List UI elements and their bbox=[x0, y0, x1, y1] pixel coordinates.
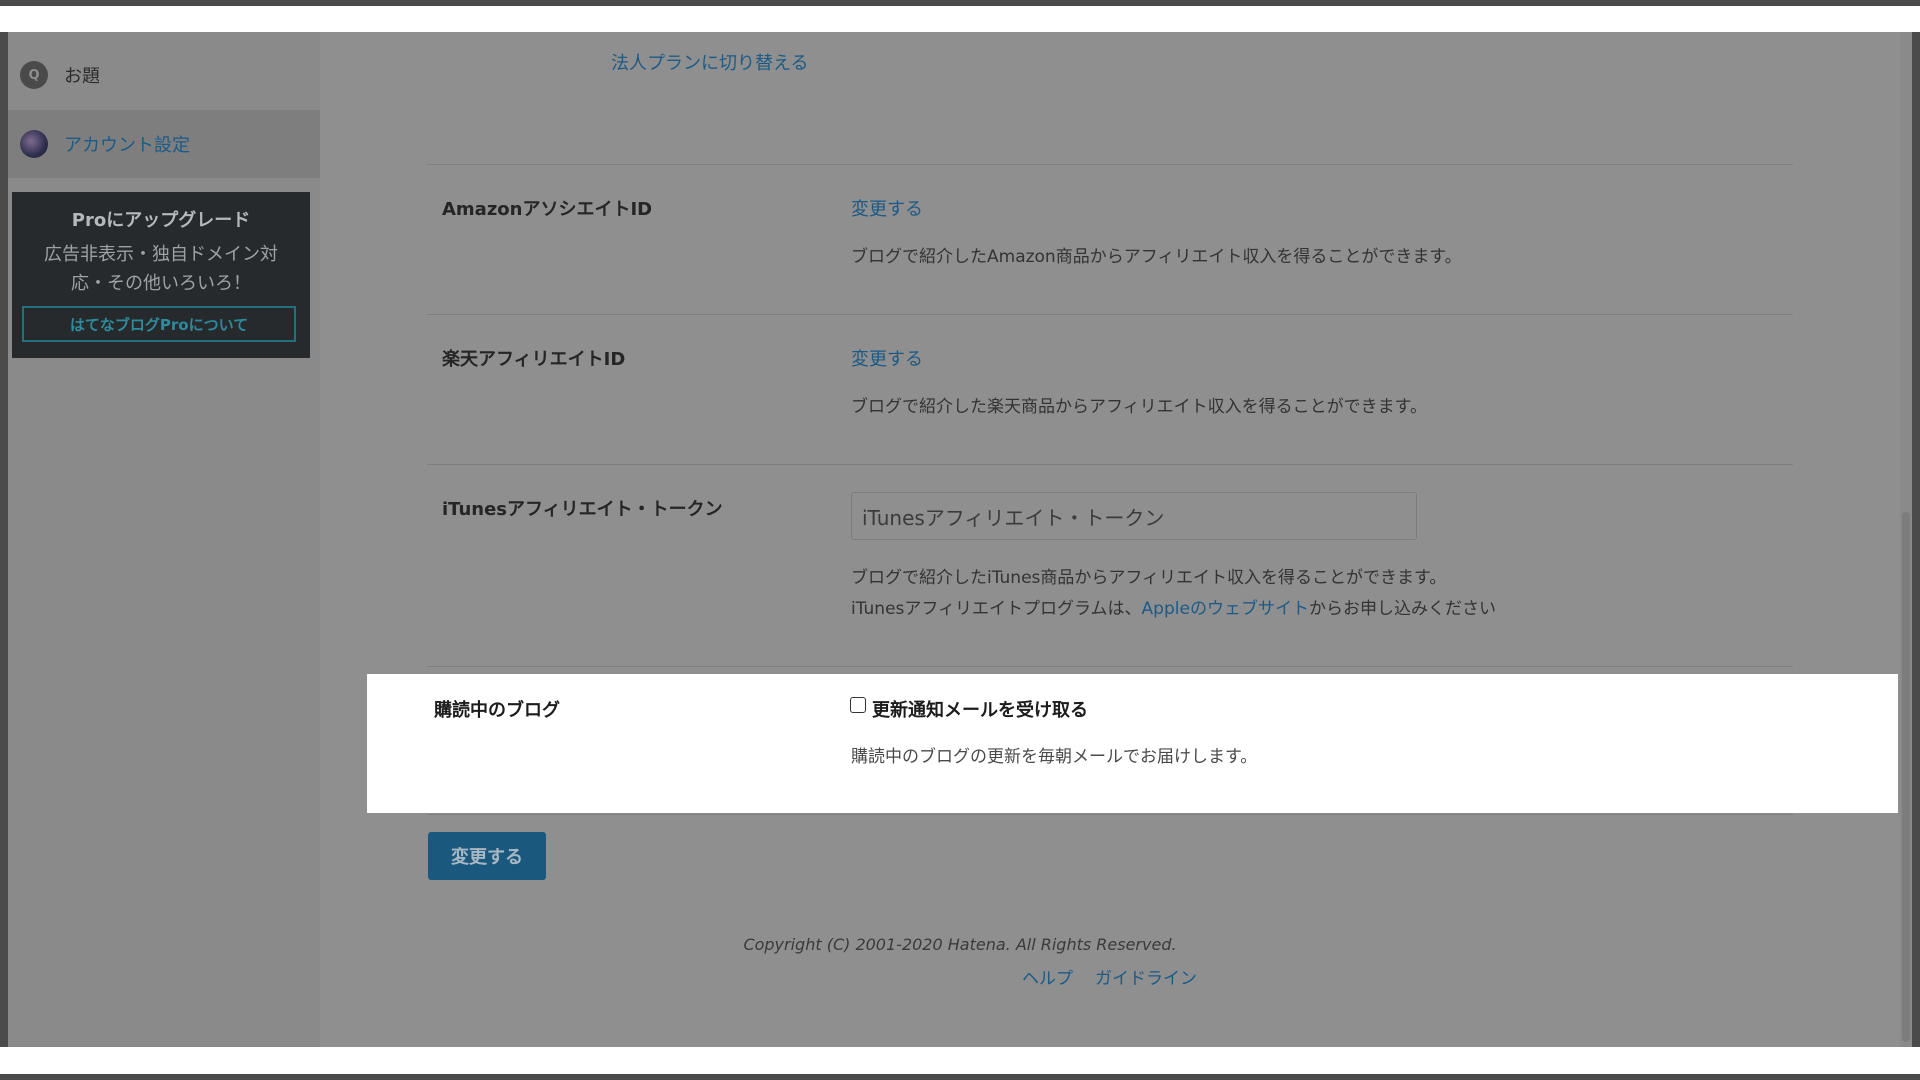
sidebar-item-label: アカウント設定 bbox=[64, 135, 190, 156]
pro-description-line2: 応・その他いろいろ！ bbox=[71, 273, 251, 294]
footer-links: ヘルプ ガイドライン bbox=[1022, 964, 1219, 989]
divider bbox=[427, 666, 1793, 667]
corporate-plan-link[interactable]: 法人プランに切り替える bbox=[611, 49, 808, 75]
pro-description: 広告非表示・独自ドメイン対 応・その他いろいろ！ bbox=[12, 240, 310, 298]
avatar bbox=[20, 130, 48, 158]
frame-left bbox=[0, 32, 8, 1047]
itunes-description-suffix: からお申し込みください bbox=[1308, 599, 1496, 619]
bottom-bar bbox=[0, 1047, 1920, 1074]
apple-website-link[interactable]: Appleのウェブサイト bbox=[1142, 599, 1309, 619]
rakuten-change-link[interactable]: 変更する bbox=[851, 345, 923, 371]
subscribed-blogs-description: 購読中のブログの更新を毎朝メールでお届けします。 bbox=[851, 747, 1258, 767]
scrollbar-thumb[interactable] bbox=[1902, 512, 1910, 1042]
amazon-change-link[interactable]: 変更する bbox=[851, 195, 923, 221]
itunes-token-placeholder: iTunesアフィリエイト・トークン bbox=[862, 505, 1165, 530]
pro-about-button[interactable]: はてなブログProについて bbox=[22, 306, 296, 342]
help-link[interactable]: ヘルプ bbox=[1022, 969, 1073, 989]
sidebar-item-account-settings[interactable]: アカウント設定 bbox=[8, 110, 320, 178]
top-bar bbox=[0, 6, 1920, 32]
itunes-description-line2: iTunesアフィリエイトプログラムは、Appleのウェブサイトからお申し込みく… bbox=[851, 594, 1496, 619]
rakuten-label: 楽天アフィリエイトID bbox=[442, 349, 626, 370]
copyright: Copyright (C) 2001-2020 Hatena. All Righ… bbox=[743, 935, 1177, 954]
dimmed-page: Q お題 アカウント設定 Proにアップグレード 広告非表示・独自ドメイン対 応… bbox=[8, 32, 1912, 1047]
amazon-description: ブログで紹介したAmazon商品からアフィリエイト収入を得ることができます。 bbox=[851, 247, 1462, 267]
pro-upgrade-box: Proにアップグレード 広告非表示・独自ドメイン対 応・その他いろいろ！ はてな… bbox=[12, 192, 310, 358]
itunes-label: iTunesアフィリエイト・トークン bbox=[442, 499, 723, 520]
itunes-description-prefix: iTunesアフィリエイトプログラムは、 bbox=[851, 599, 1142, 619]
divider bbox=[427, 164, 1793, 165]
itunes-token-input[interactable]: iTunesアフィリエイト・トークン bbox=[851, 492, 1417, 540]
itunes-description-line1: ブログで紹介したiTunes商品からアフィリエイト収入を得ることができます。 bbox=[851, 568, 1447, 588]
pro-description-line1: 広告非表示・独自ドメイン対 bbox=[44, 244, 278, 265]
divider bbox=[427, 814, 1793, 815]
update-mail-checkbox-label[interactable]: 更新通知メールを受け取る bbox=[872, 696, 1088, 722]
divider bbox=[427, 464, 1793, 465]
frame-right bbox=[1912, 32, 1920, 1047]
sidebar: Q お題 アカウント設定 Proにアップグレード 広告非表示・独自ドメイン対 応… bbox=[8, 32, 320, 1047]
pro-title: Proにアップグレード bbox=[71, 210, 251, 231]
rakuten-description: ブログで紹介した楽天商品からアフィリエイト収入を得ることができます。 bbox=[851, 397, 1427, 417]
sidebar-item-label: お題 bbox=[64, 66, 100, 87]
subscribed-blogs-section: 購読中のブログ 更新通知メールを受け取る 購読中のブログの更新を毎朝メールでお届… bbox=[367, 674, 1898, 813]
question-icon: Q bbox=[20, 61, 48, 89]
divider bbox=[427, 314, 1793, 315]
update-mail-checkbox[interactable] bbox=[850, 697, 866, 713]
guideline-link[interactable]: ガイドライン bbox=[1095, 969, 1197, 989]
scrollbar[interactable] bbox=[1900, 32, 1912, 1047]
sidebar-item-odai[interactable]: Q お題 bbox=[8, 41, 320, 109]
subscribed-blogs-label: 購読中のブログ bbox=[434, 700, 560, 721]
amazon-label: AmazonアソシエイトID bbox=[442, 199, 653, 220]
submit-button[interactable]: 変更する bbox=[428, 832, 546, 880]
